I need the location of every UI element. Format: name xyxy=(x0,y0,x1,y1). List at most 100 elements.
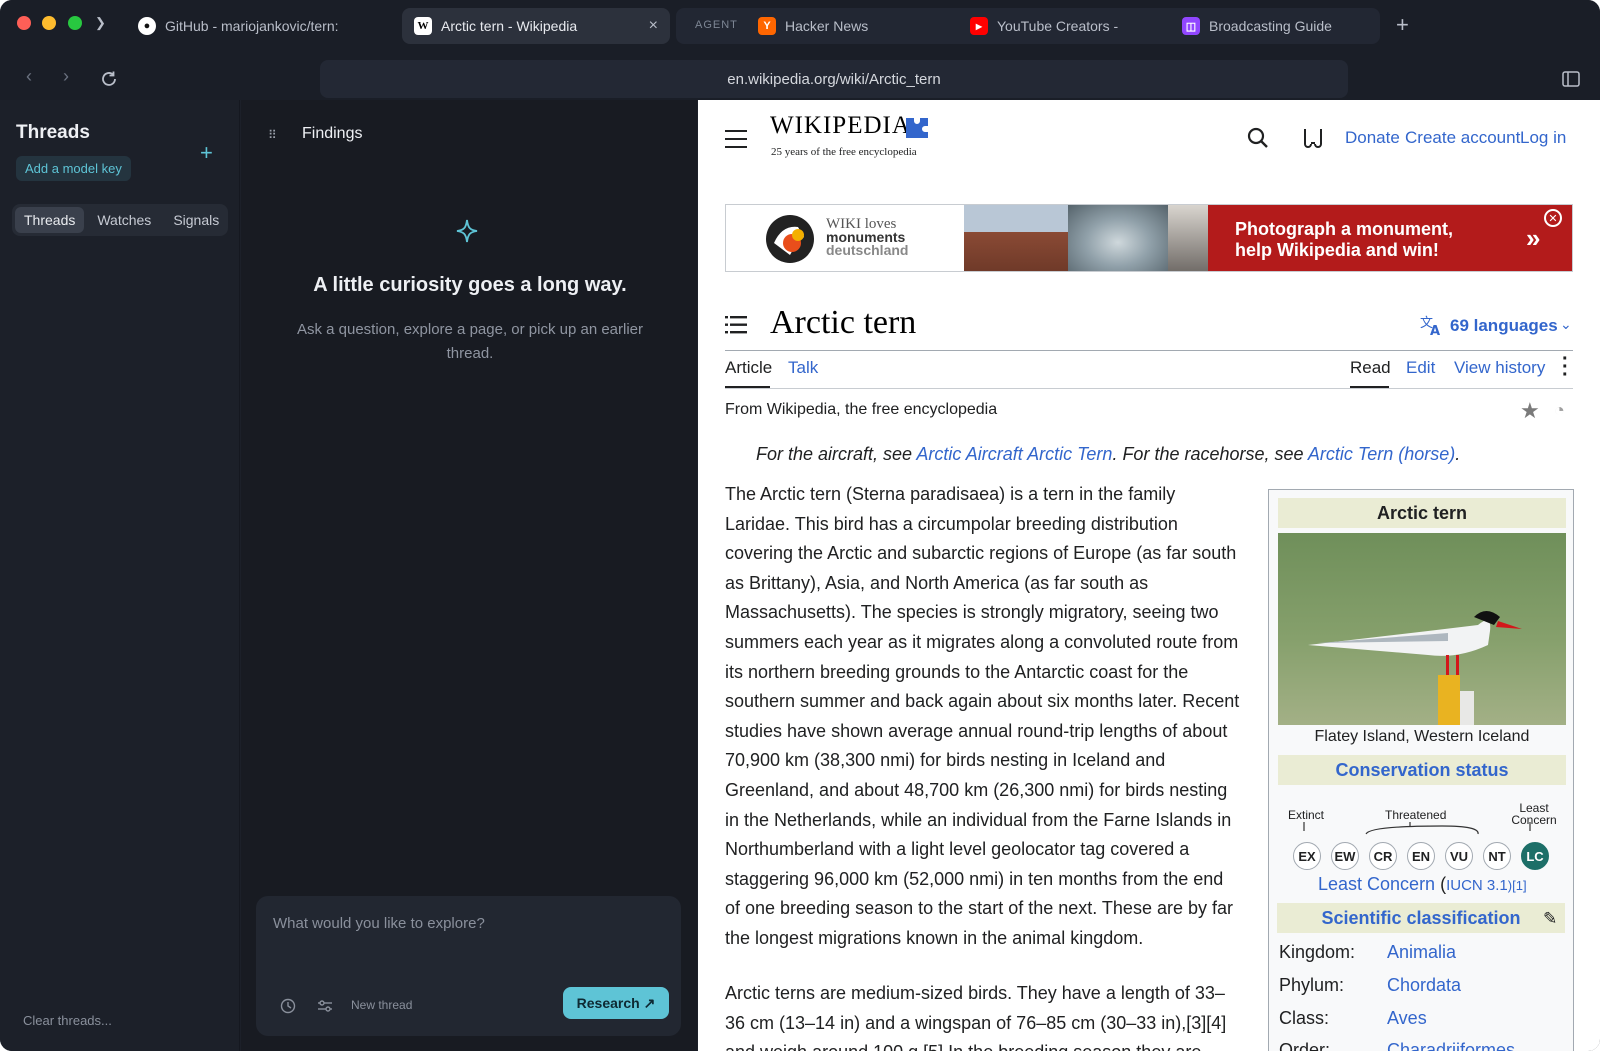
wikipedia-wordmark[interactable]: WIKIPEDIA xyxy=(770,112,911,140)
status-line: Least Concern (IUCN 3.1)[1] xyxy=(1318,874,1527,895)
create-account-link[interactable]: Create account xyxy=(1405,128,1520,148)
sidebar-toggle-icon[interactable] xyxy=(1562,71,1580,87)
scientific-classification-header[interactable]: Scientific classification xyxy=(1277,903,1565,933)
taxonomy-value-link[interactable]: Aves xyxy=(1387,1008,1427,1029)
tab-label: YouTube Creators - xyxy=(997,18,1119,34)
tab-view-history[interactable]: View history xyxy=(1454,358,1545,378)
url-text: en.wikipedia.org/wiki/Arctic_tern xyxy=(727,70,941,88)
taxonomy-rank: Class: xyxy=(1279,1008,1330,1028)
status-cr[interactable]: CR xyxy=(1369,842,1397,870)
app-menu-icon[interactable]: ❯ xyxy=(95,15,106,31)
wlm-brand: WIKI loves monuments deutschland xyxy=(826,217,908,258)
settings-sliders-icon[interactable] xyxy=(317,998,333,1014)
status-footnote[interactable]: )[1] xyxy=(1508,878,1527,893)
lead-line: Laridae. This bird has a circumpolar bre… xyxy=(725,513,1178,534)
add-model-key-button[interactable]: Add a model key xyxy=(16,156,131,181)
zoom-window-button[interactable] xyxy=(68,16,82,30)
reload-icon[interactable] xyxy=(100,70,118,88)
status-ex[interactable]: EX xyxy=(1293,842,1321,870)
more-actions-icon[interactable]: · · · xyxy=(1562,349,1569,385)
close-tab-icon[interactable]: × xyxy=(649,17,658,35)
status-nt[interactable]: NT xyxy=(1483,842,1511,870)
address-bar[interactable]: en.wikipedia.org/wiki/Arctic_tern xyxy=(320,60,1348,98)
research-button[interactable]: Research ↗ xyxy=(563,987,669,1019)
history-icon[interactable] xyxy=(280,998,296,1014)
lead-line: the longest migrations known in the anim… xyxy=(725,927,1144,948)
reading-glasses-icon[interactable] xyxy=(1301,126,1325,150)
clear-threads-link[interactable]: Clear threads... xyxy=(23,1013,112,1028)
taxonomy-value-link[interactable]: Charadriiformes xyxy=(1387,1040,1515,1051)
segment-watches[interactable]: Watches xyxy=(88,207,160,233)
desc-line: 36 cm (13–14 in) and a wingspan of 76–85… xyxy=(725,1012,1227,1033)
close-banner-icon[interactable]: ✕ xyxy=(1544,209,1562,227)
scale-label-threatened: Threatened xyxy=(1385,808,1447,822)
monument-photo-street xyxy=(1168,205,1208,271)
title-divider xyxy=(725,350,1573,351)
close-window-button[interactable] xyxy=(17,16,31,30)
svg-text:A: A xyxy=(1430,324,1440,336)
languages-button[interactable]: 69 languages xyxy=(1450,316,1558,336)
search-icon[interactable] xyxy=(1247,127,1269,149)
lead-line: studies have shown average annual round-… xyxy=(725,720,1228,741)
iucn-link[interactable]: IUCN 3.1 xyxy=(1446,877,1508,894)
monument-photo-dome xyxy=(1068,205,1168,271)
wiki-loves-monuments-banner[interactable]: WIKI loves monuments deutschland Photogr… xyxy=(725,204,1573,272)
browser-window: ❯ ● GitHub - mariojankovic/tern: W Arcti… xyxy=(0,0,1600,1051)
hatnote-link-horse[interactable]: Arctic Tern (horse) xyxy=(1308,444,1455,464)
taxonomy-rank: Phylum: xyxy=(1279,975,1345,995)
listen-icon[interactable]: ◔ xyxy=(1554,400,1565,421)
lead-line: Northumberland with a light level geoloc… xyxy=(725,839,1190,860)
taxonomy-value-link[interactable]: Animalia xyxy=(1387,942,1456,963)
status-lc[interactable]: LC xyxy=(1521,842,1549,870)
status-ew[interactable]: EW xyxy=(1331,842,1359,870)
login-link[interactable]: Log in xyxy=(1520,128,1566,148)
table-of-contents-icon[interactable] xyxy=(725,316,747,334)
segment-signals[interactable]: Signals xyxy=(164,207,228,233)
monument-photo-castle xyxy=(964,205,1068,271)
forward-icon[interactable]: › xyxy=(63,66,69,87)
tab-hackernews[interactable]: Y Hacker News xyxy=(758,8,918,44)
status-vu[interactable]: VU xyxy=(1445,842,1473,870)
banner-chevrons-icon: » xyxy=(1526,223,1541,253)
description-paragraph: Arctic terns are medium-sized birds. The… xyxy=(725,979,1251,1051)
arctic-tern-photo xyxy=(1278,533,1566,725)
tab-twitch[interactable]: ◫ Broadcasting Guide xyxy=(1182,8,1342,44)
minimize-window-button[interactable] xyxy=(42,16,56,30)
tab-label: Broadcasting Guide xyxy=(1209,18,1332,34)
new-thread-button[interactable]: New thread xyxy=(351,998,412,1012)
from-wikipedia-note: From Wikipedia, the free encyclopedia xyxy=(725,401,998,418)
tab-talk[interactable]: Talk xyxy=(788,358,818,378)
explore-input[interactable]: What would you like to explore? xyxy=(273,915,485,932)
tab-read[interactable]: Read xyxy=(1350,358,1391,378)
edit-pencil-icon[interactable]: ✎ xyxy=(1543,909,1557,929)
taxonomy-value-link[interactable]: Chordata xyxy=(1387,975,1461,996)
empty-state-headline: A little curiosity goes a long way. xyxy=(313,274,627,296)
conservation-status-header[interactable]: Conservation status xyxy=(1278,755,1566,785)
new-thread-plus-icon[interactable]: + xyxy=(200,140,213,166)
tab-article[interactable]: Article xyxy=(725,358,772,378)
least-concern-link[interactable]: Least Concern xyxy=(1318,874,1435,894)
desc-line: Arctic terns are medium-sized birds. The… xyxy=(725,983,1225,1003)
donate-link[interactable]: Donate xyxy=(1345,128,1400,148)
sidebar-segmented-control: Threads Watches Signals xyxy=(12,204,228,236)
sparkle-icon xyxy=(456,219,478,243)
translate-icon[interactable]: 文A xyxy=(1420,314,1444,336)
hatnote-text: For the aircraft, see xyxy=(756,444,917,464)
watch-star-icon[interactable]: ★ xyxy=(1520,398,1540,424)
tab-label: GitHub - mariojankovic/tern: xyxy=(165,18,339,34)
segment-threads[interactable]: Threads xyxy=(15,207,85,233)
chevron-down-icon[interactable]: ⌄ xyxy=(1560,316,1572,333)
hatnote: For the aircraft, see Arctic Aircraft Ar… xyxy=(756,444,1460,465)
new-tab-button[interactable]: + xyxy=(1396,12,1409,38)
tab-youtube[interactable]: ▶ YouTube Creators - xyxy=(970,8,1130,44)
tab-edit[interactable]: Edit xyxy=(1406,358,1435,378)
tab-wikipedia[interactable]: W Arctic tern - Wikipedia × xyxy=(402,8,670,44)
status-en[interactable]: EN xyxy=(1407,842,1435,870)
main-menu-icon[interactable] xyxy=(725,130,747,154)
lead-line: southern summer and back again about six… xyxy=(725,691,1240,712)
tab-github[interactable]: ● GitHub - mariojankovic/tern: xyxy=(138,8,354,44)
back-icon[interactable]: ‹ xyxy=(26,66,32,87)
hackernews-icon: Y xyxy=(758,17,776,35)
findings-menu-icon[interactable]: ⠿ xyxy=(268,128,277,142)
hatnote-link-aircraft[interactable]: Arctic Aircraft Arctic Tern xyxy=(916,444,1112,464)
